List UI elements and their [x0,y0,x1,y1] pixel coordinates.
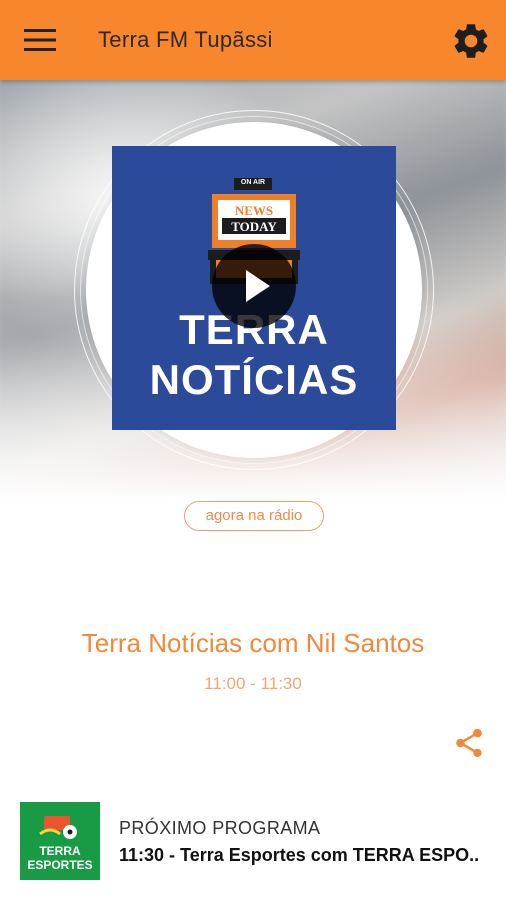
on-air-label: agora na rádio [184,501,324,531]
next-program-thumbnail: TERRA ESPORTES [20,802,100,880]
program-time: 11:00 - 11:30 [204,674,302,693]
menu-button[interactable] [16,22,64,58]
share-icon [456,728,482,758]
on-air-badge: ON AIR [240,179,266,186]
next-program-label: PRÓXIMO PROGRAMA [119,818,321,838]
artwork-title-line2: NOTÍCIAS [149,356,359,403]
play-button[interactable] [212,244,296,328]
app-bar: Terra FM Tupãssi [0,0,506,80]
next-program-row[interactable]: TERRA ESPORTES PRÓXIMO PROGRAMA 11:30 - … [0,790,506,890]
sign-text-news: NEWS [234,203,274,218]
program-title: Terra Notícias com Nil Santos [81,628,425,658]
next-program-text: 11:30 - Terra Esportes com TERRA ESPO.. [119,845,480,865]
thumb-text-line2: ESPORTES [27,858,93,872]
share-button[interactable] [452,726,486,760]
thumb-text-line1: TERRA [39,844,81,858]
app-title: Terra FM Tupãssi [98,27,273,52]
play-icon [246,270,270,302]
settings-button[interactable] [450,20,492,62]
hamburger-menu-icon [24,29,56,51]
sign-text-today: TODAY [231,219,277,234]
gear-icon [454,24,488,58]
